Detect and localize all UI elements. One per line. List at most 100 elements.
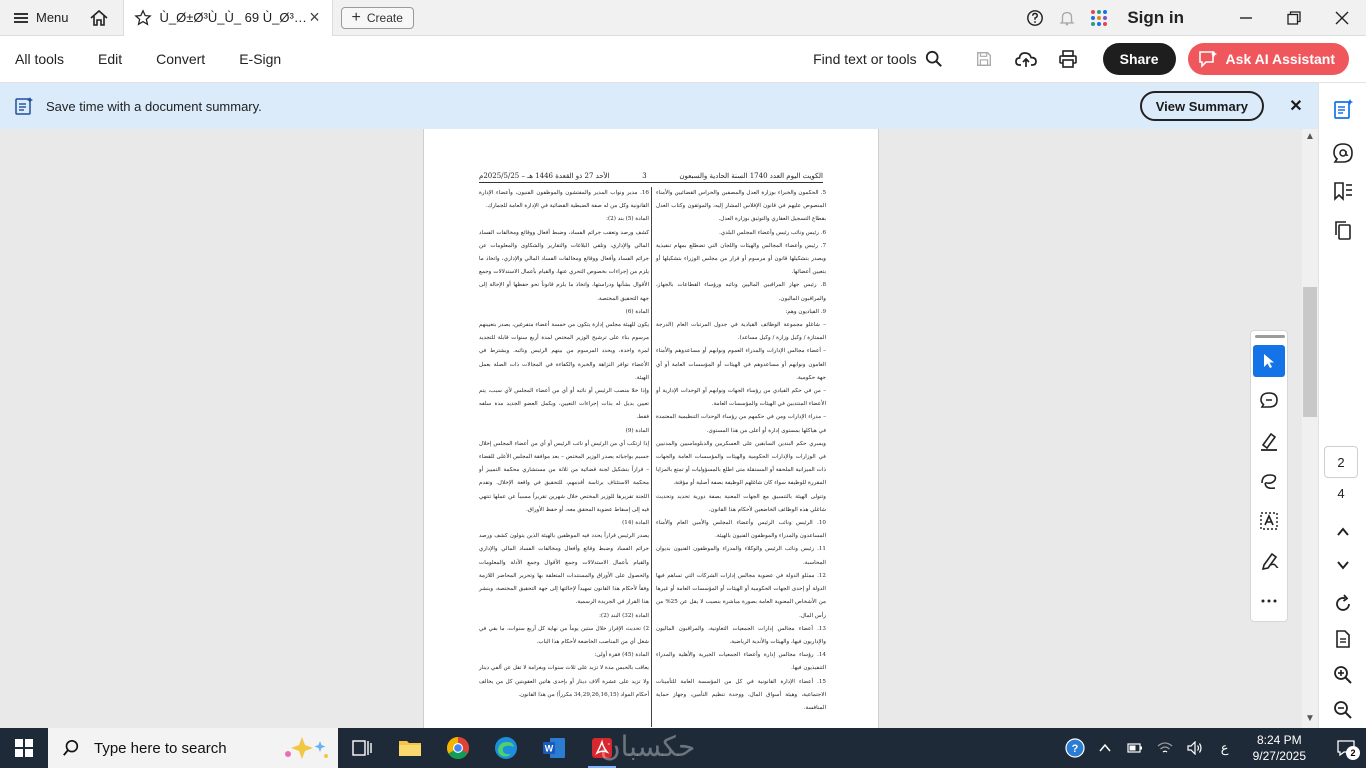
comment-rail-button[interactable]	[1331, 141, 1355, 165]
task-view-button[interactable]	[338, 728, 386, 768]
sign-tool-button[interactable]	[1253, 545, 1285, 577]
right-rail	[1318, 83, 1366, 728]
help-tray-button[interactable]: ?	[1063, 728, 1087, 768]
search-highlight-icon	[285, 737, 328, 759]
ask-ai-assistant-button[interactable]: Ask AI Assistant	[1187, 43, 1349, 75]
share-button[interactable]: Share	[1102, 43, 1176, 75]
page-down-button[interactable]	[1331, 553, 1355, 577]
esign-menu[interactable]: E-Sign	[222, 51, 298, 67]
network-button[interactable]	[1153, 728, 1177, 768]
ai-summary-rail-button[interactable]	[1331, 97, 1355, 121]
more-tools-button[interactable]	[1253, 585, 1285, 617]
all-tools-menu[interactable]: All tools	[0, 51, 81, 67]
zoom-in-button[interactable]	[1331, 663, 1355, 687]
highlight-tool-button[interactable]	[1253, 425, 1285, 457]
create-button[interactable]: + Create	[340, 6, 414, 29]
document-tab[interactable]: Ù_Ø±Ø³Ù_Ù_ 69 Ù_Ø³… ×	[122, 0, 333, 36]
notification-center-button[interactable]: 2	[1326, 728, 1366, 768]
convert-menu[interactable]: Convert	[139, 51, 222, 67]
paragraph: المادة (45) فقرة أولى:	[594, 652, 650, 659]
save-button[interactable]	[963, 39, 1005, 79]
print-button[interactable]	[1047, 39, 1089, 79]
view-summary-button[interactable]: View Summary	[1139, 91, 1264, 121]
volume-button[interactable]	[1183, 728, 1207, 768]
paragraph: ويسري حكم البندين السابقين على العسكريين…	[656, 440, 826, 487]
minimize-button[interactable]	[1222, 0, 1270, 36]
rotate-button[interactable]	[1331, 592, 1355, 616]
paragraph: يعاقب بالحبس مدة لا تزيد على ثلاث سنوات …	[479, 665, 649, 698]
edge-icon	[495, 737, 517, 759]
paragraph: – من في حكم القيادي من رؤساء الجهات ونوا…	[656, 388, 826, 408]
svg-text:?: ?	[1071, 743, 1078, 755]
star-icon[interactable]	[133, 8, 152, 27]
chrome-icon	[447, 737, 469, 759]
close-icon	[1335, 11, 1349, 24]
paragraph: 7. رئيس وأعضاء المجالس والهيئات واللجان …	[656, 242, 826, 276]
text-box-icon	[1260, 512, 1278, 530]
bookmarks-rail-button[interactable]	[1331, 179, 1355, 203]
rotate-icon	[1336, 594, 1350, 611]
chevron-up-icon	[1099, 743, 1111, 752]
hamburger-icon	[14, 12, 28, 23]
search-placeholder: Type here to search	[94, 739, 227, 757]
chrome-app[interactable]	[434, 728, 482, 768]
edge-app[interactable]	[482, 728, 530, 768]
document-fit-icon	[1336, 630, 1350, 648]
scrollbar-thumb[interactable]	[1303, 287, 1317, 417]
cloud-upload-icon	[1014, 52, 1037, 67]
sign-in-link[interactable]: Sign in	[1127, 8, 1184, 28]
vertical-scrollbar[interactable]: ▲ ▼	[1302, 129, 1318, 728]
paragraph: إذا ارتكب أي من الرئيس أو نائب الرئيس أو…	[479, 440, 649, 513]
paragraph: 6. رئيس ونائب رئيس وأعضاء المجلس البلدي.	[719, 229, 826, 236]
battery-button[interactable]	[1123, 728, 1147, 768]
drag-handle[interactable]	[1255, 335, 1285, 338]
upload-button[interactable]	[1005, 39, 1047, 79]
scroll-down-arrow-icon[interactable]: ▼	[1305, 713, 1315, 724]
header-publication: الكويت اليوم العدد 1740 السنة الحادية وا…	[679, 171, 823, 180]
show-hidden-icons-button[interactable]	[1093, 728, 1117, 768]
comment-add-icon	[1260, 392, 1278, 408]
paragraph: وإذا خلا منصب الرئيس أو نائبه أو أي من أ…	[479, 388, 649, 421]
page-fit-button[interactable]	[1331, 627, 1355, 651]
text-tool-button[interactable]	[1253, 505, 1285, 537]
input-language-indicator[interactable]: ع	[1213, 728, 1237, 768]
pdf-page: الكويت اليوم العدد 1740 السنة الحادية وا…	[423, 129, 879, 728]
tab-bar: Menu Ù_Ø±Ø³Ù_Ù_ 69 Ù_Ø³… × + Create Sign…	[0, 0, 1366, 36]
restore-button[interactable]	[1270, 0, 1318, 36]
taskbar-search-box[interactable]: Type here to search	[48, 728, 338, 768]
comment-tool-button[interactable]	[1253, 385, 1285, 417]
start-button[interactable]	[0, 728, 48, 768]
search-icon	[925, 50, 942, 67]
paragraph: 8. رئيس جهاز المراقبين الماليين ونائبه و…	[656, 282, 826, 302]
page-up-button[interactable]	[1331, 520, 1355, 544]
paragraph: 9. القياديون وهم:	[785, 308, 826, 315]
clock[interactable]: 8:24 PM 9/27/2025	[1253, 732, 1306, 764]
draw-tool-button[interactable]	[1253, 465, 1285, 497]
notifications-button[interactable]	[1051, 0, 1083, 36]
edit-menu[interactable]: Edit	[81, 51, 139, 67]
pages-rail-button[interactable]	[1331, 218, 1355, 242]
banner-close-button[interactable]: ✕	[1274, 84, 1318, 128]
scroll-up-arrow-icon[interactable]: ▲	[1305, 131, 1315, 142]
document-viewport[interactable]: الكويت اليوم العدد 1740 السنة الحادية وا…	[0, 129, 1302, 728]
help-button[interactable]	[1019, 0, 1051, 36]
paragraph: – شاغلو مجموعة الوظائف القيادية في جدول …	[656, 322, 826, 342]
find-tools-button[interactable]: Find text or tools	[813, 50, 943, 68]
paragraph: 10. الرئيس ونائب الرئيس وأعضاء المجلس وا…	[656, 520, 826, 540]
notification-count: 2	[1346, 746, 1360, 760]
close-window-button[interactable]	[1318, 0, 1366, 36]
select-tool-button[interactable]	[1253, 345, 1285, 377]
file-explorer-app[interactable]	[386, 728, 434, 768]
menu-button[interactable]: Menu	[0, 0, 81, 36]
zoom-out-button[interactable]	[1331, 698, 1355, 722]
paragraph: 11. رئيس ونائب الرئيس والوكلاء والمدراء …	[656, 546, 826, 566]
apps-button[interactable]	[1083, 0, 1115, 36]
tab-close-button[interactable]: ×	[306, 7, 324, 27]
quick-tools-panel	[1250, 330, 1288, 622]
word-app[interactable]: W	[530, 728, 578, 768]
page-number-input[interactable]: 2	[1324, 446, 1358, 478]
paragraph: يكون للهيئة مجلس إدارة يتكون من خمسة أعض…	[479, 322, 649, 381]
paragraph: المادة (14)	[622, 520, 649, 527]
home-button[interactable]	[81, 0, 117, 36]
summary-banner: Save time with a document summary. View …	[0, 83, 1318, 129]
